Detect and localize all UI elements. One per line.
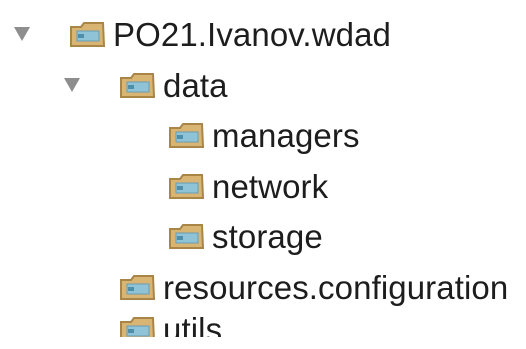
viewport-clip	[0, 337, 526, 349]
tree-node-label: resources.configuration	[163, 269, 509, 306]
package-folder-icon	[168, 223, 205, 250]
tree-node-label: managers	[212, 117, 360, 154]
tree-node-storage[interactable]: storage	[0, 210, 526, 262]
expanded-arrow-icon[interactable]	[64, 78, 80, 92]
tree-node-label: storage	[212, 218, 323, 255]
expanded-arrow-icon[interactable]	[14, 27, 30, 41]
tree-node-label: data	[163, 67, 228, 104]
tree-node-label: network	[212, 168, 329, 205]
project-tree: PO21.Ivanov.wdad data managers network s…	[0, 0, 526, 349]
tree-node-root[interactable]: PO21.Ivanov.wdad	[0, 8, 526, 60]
package-folder-icon	[168, 122, 205, 149]
tree-node-data[interactable]: data	[0, 59, 526, 111]
tree-node-network[interactable]: network	[0, 160, 526, 212]
package-folder-icon	[119, 274, 156, 301]
package-folder-icon	[168, 173, 205, 200]
package-folder-icon	[69, 21, 106, 48]
tree-node-managers[interactable]: managers	[0, 109, 526, 161]
package-folder-icon	[119, 72, 156, 99]
tree-node-label: PO21.Ivanov.wdad	[113, 16, 391, 53]
